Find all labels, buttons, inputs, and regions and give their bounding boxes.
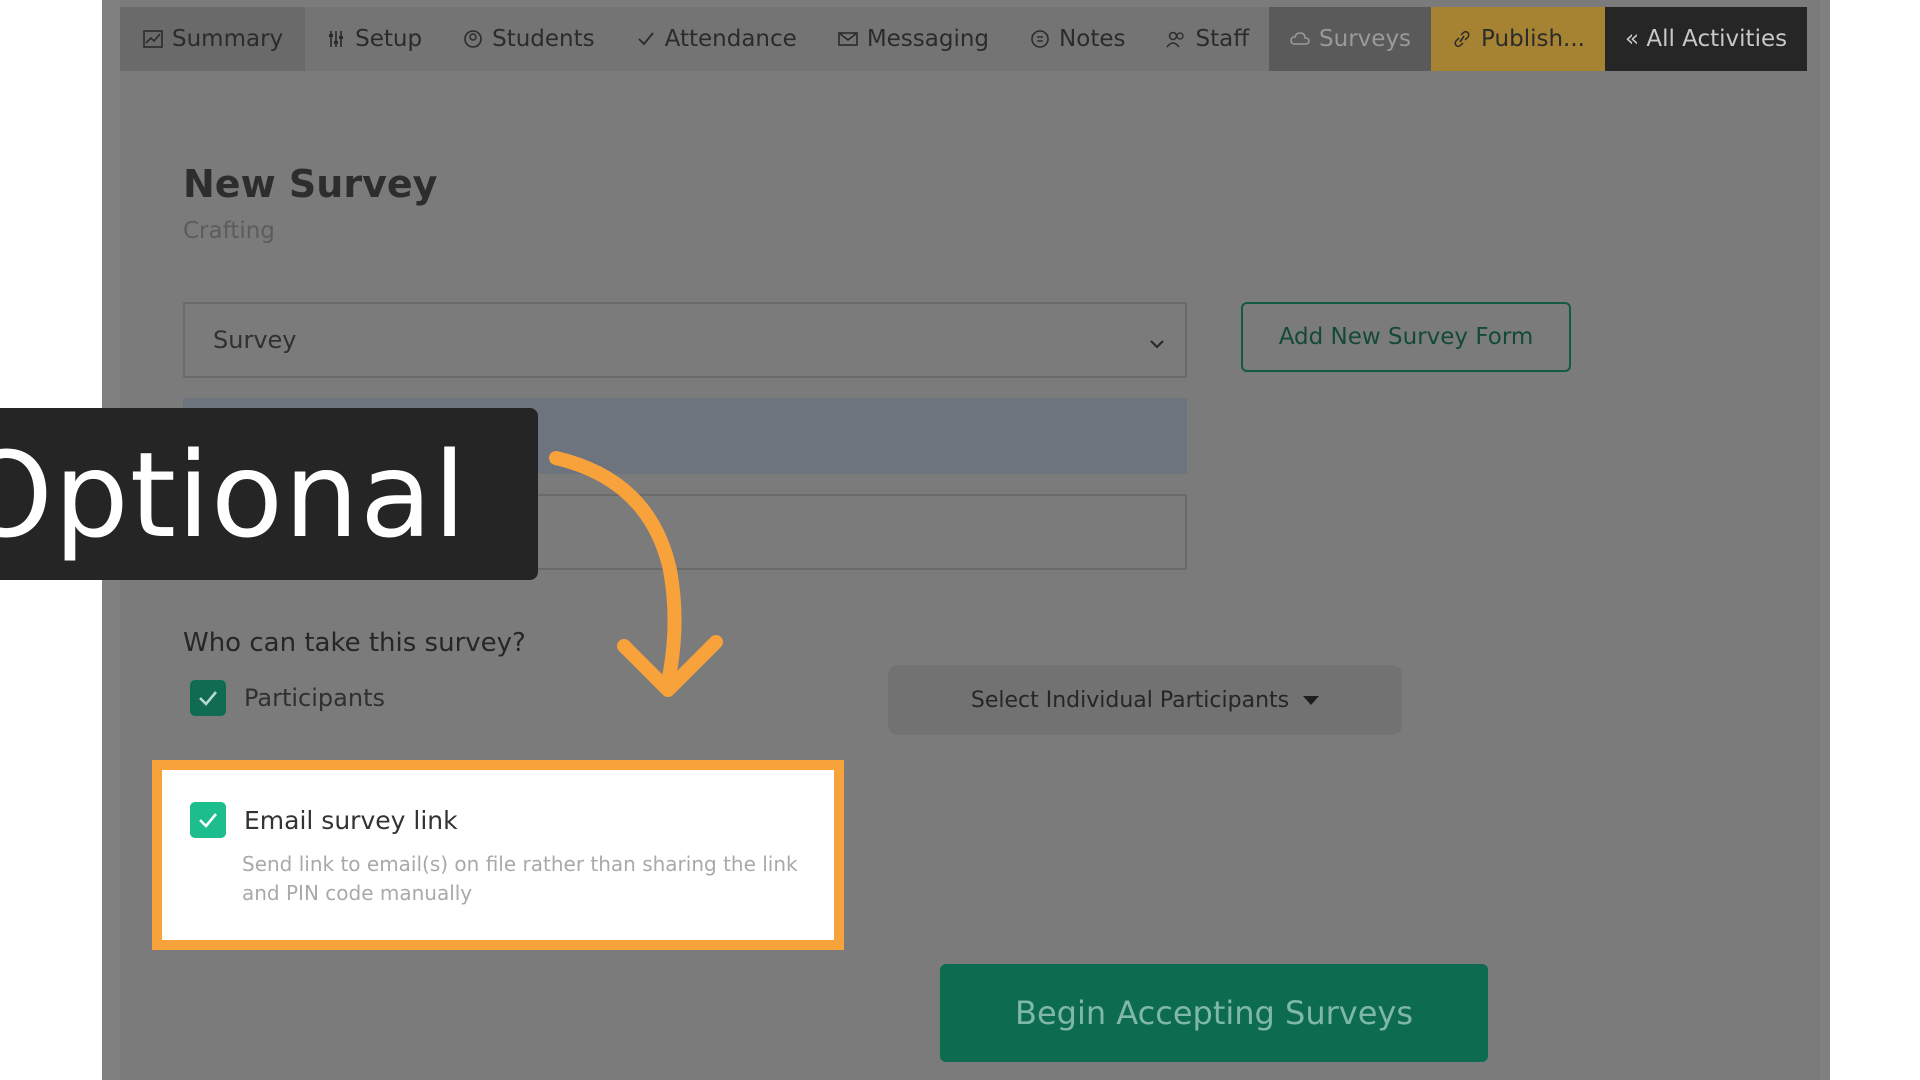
page-title: New Survey (183, 162, 438, 206)
curved-arrow-icon (549, 451, 723, 697)
tab-students-label: Students (492, 26, 595, 52)
email-survey-link-option[interactable]: Email survey link (190, 802, 458, 838)
optional-banner-text: Optional (0, 426, 467, 564)
chevron-down-icon (1147, 332, 1167, 352)
tab-summary-label: Summary (172, 26, 284, 52)
tab-notes-label: Notes (1059, 26, 1126, 52)
participants-checkbox[interactable] (190, 680, 226, 716)
checkmark-icon (199, 813, 217, 828)
tab-attendance-label: Attendance (664, 26, 797, 52)
add-new-survey-form-button[interactable]: Add New Survey Form (1241, 302, 1571, 372)
participants-option[interactable]: Participants (190, 680, 385, 716)
link-icon (1451, 29, 1473, 49)
tab-notes[interactable]: Notes (1009, 7, 1146, 71)
begin-accepting-surveys-button[interactable]: Begin Accepting Surveys (940, 964, 1488, 1062)
tab-summary[interactable]: Summary (120, 7, 306, 71)
cloud-icon (1289, 29, 1311, 49)
tab-bar: Summary Setup Students Attendance Messag… (120, 7, 1808, 71)
tab-setup-label: Setup (355, 26, 423, 52)
select-individual-participants-button[interactable]: Select Individual Participants (888, 665, 1402, 735)
email-survey-link-help: Send link to email(s) on file rather tha… (242, 852, 798, 905)
tab-staff[interactable]: Staff (1145, 7, 1270, 71)
envelope-icon (837, 29, 859, 49)
tab-surveys[interactable]: Surveys (1269, 7, 1432, 71)
sliders-icon (325, 29, 347, 49)
participants-label: Participants (244, 684, 385, 712)
tab-surveys-label: Surveys (1319, 26, 1412, 52)
page-subtitle: Crafting (183, 218, 275, 244)
student-icon (462, 29, 484, 49)
check-icon (635, 29, 657, 49)
email-survey-link-label: Email survey link (244, 805, 458, 835)
checkmark-icon (199, 691, 217, 706)
tab-messaging-label: Messaging (866, 26, 990, 52)
notes-icon (1029, 29, 1051, 49)
all-activities-label: « All Activities (1624, 26, 1788, 52)
tab-publish-label: Publish... (1481, 26, 1585, 52)
all-activities-link[interactable]: « All Activities (1604, 7, 1808, 71)
tab-setup[interactable]: Setup (305, 7, 443, 71)
select-individual-participants-label: Select Individual Participants (970, 687, 1290, 713)
tab-students[interactable]: Students (442, 7, 615, 71)
chart-icon (142, 29, 164, 49)
tab-publish[interactable]: Publish... (1431, 7, 1605, 71)
tab-staff-label: Staff (1195, 26, 1250, 52)
who-can-take-survey-label: Who can take this survey? (183, 628, 526, 658)
caret-down-icon (1303, 695, 1320, 705)
tab-attendance[interactable]: Attendance (614, 7, 817, 71)
staff-icon (1165, 29, 1187, 49)
email-survey-link-checkbox[interactable] (190, 802, 226, 838)
survey-form-select-value: Survey (213, 326, 297, 354)
optional-banner: Optional (0, 408, 538, 580)
tab-messaging[interactable]: Messaging (816, 7, 1010, 71)
survey-form-select[interactable]: Survey (183, 302, 1187, 378)
